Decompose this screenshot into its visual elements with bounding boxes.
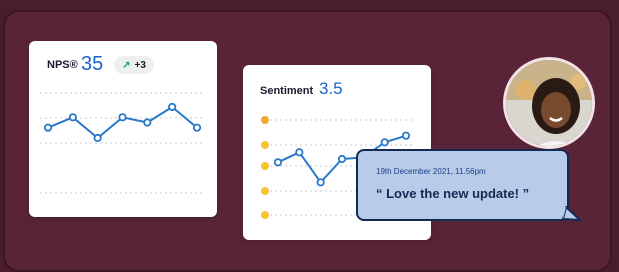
person-photo-icon: [506, 60, 592, 146]
feedback-bubble: 19th December 2021, 11.56pm “ Love the n…: [356, 149, 569, 221]
nps-data-point: [168, 102, 177, 112]
nps-data-point: [93, 133, 102, 143]
sentiment-data-point: [316, 178, 325, 187]
feedback-quote: “ Love the new update! ”: [376, 186, 530, 201]
nps-data-point: [43, 123, 53, 132]
sad-face-icon: [261, 211, 269, 219]
sentiment-data-point: [401, 131, 411, 140]
nps-series-line: [47, 106, 198, 139]
excited-face-icon: [261, 116, 269, 124]
sentiment-data-point: [295, 148, 304, 157]
smile-face-icon: [261, 162, 269, 170]
nps-line-chart: [40, 92, 205, 194]
happy-face-icon: [261, 141, 269, 149]
nps-data-point: [68, 113, 77, 122]
feedback-timestamp: 19th December 2021, 11.56pm: [376, 167, 486, 176]
sentiment-data-point: [273, 158, 283, 167]
sentiment-data-point: [337, 154, 347, 164]
nps-data-point: [118, 113, 127, 122]
nps-card: NPS® 35 ↗ +3: [29, 41, 217, 217]
nps-data-point: [143, 118, 152, 127]
nps-data-point: [192, 123, 202, 132]
sentiment-data-point: [380, 138, 389, 147]
customer-avatar: [503, 57, 595, 149]
neutral-face-icon: [261, 187, 269, 195]
